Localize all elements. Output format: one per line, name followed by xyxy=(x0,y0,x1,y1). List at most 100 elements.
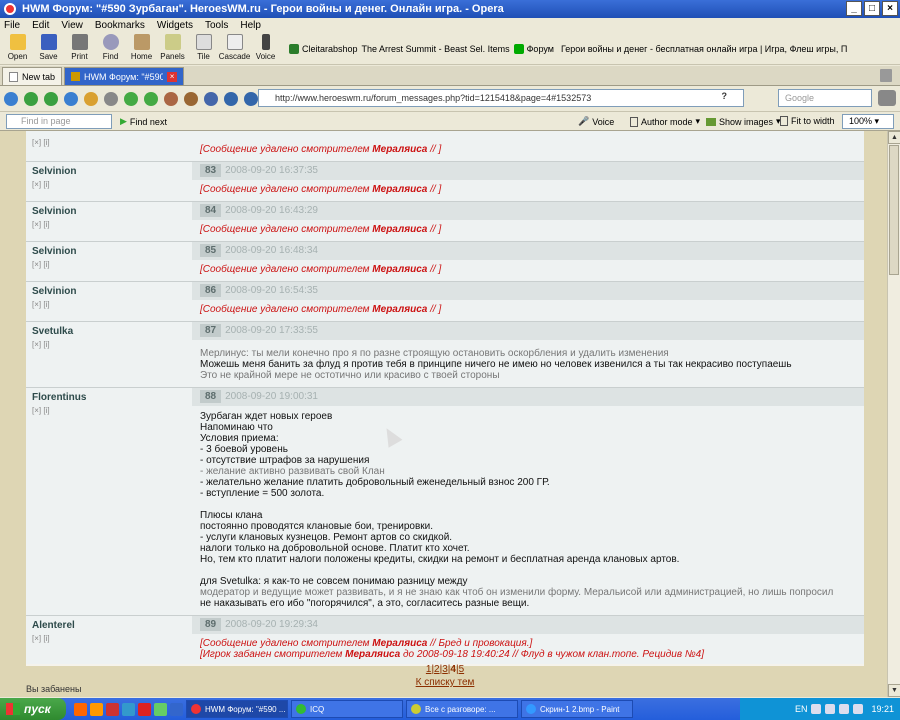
rewind-icon[interactable] xyxy=(4,92,18,106)
author-links[interactable]: [×] [i] xyxy=(32,340,186,349)
task-opera[interactable]: HWM Форум: "#590 ... xyxy=(186,700,288,718)
vertical-scrollbar[interactable]: ▲ ▼ xyxy=(887,131,900,697)
menu-widgets[interactable]: Widgets xyxy=(157,20,193,31)
hero-icon[interactable] xyxy=(144,92,158,106)
author-name[interactable]: Florentinus xyxy=(32,392,186,403)
voice-button[interactable]: Voice xyxy=(250,32,281,61)
tray-lang[interactable]: EN xyxy=(795,704,808,714)
page-link-1[interactable]: 1 xyxy=(426,664,432,675)
bookmark-1[interactable]: Cleitarabshop xyxy=(289,44,358,54)
maximize-button[interactable]: □ xyxy=(864,1,880,16)
author-mode-button[interactable]: Author mode ▾ xyxy=(630,116,700,127)
search-input[interactable]: Google xyxy=(778,89,872,107)
hero-icon[interactable] xyxy=(164,92,178,106)
fit-to-width-button[interactable]: Fit to width xyxy=(780,116,835,126)
page-link-3[interactable]: 3 xyxy=(442,664,448,675)
find-next-button[interactable]: ▶ Find next xyxy=(120,116,167,127)
post-number[interactable]: 88 xyxy=(200,390,222,403)
open-button[interactable]: Open xyxy=(2,32,33,61)
panels-icon xyxy=(164,34,181,50)
scroll-up-icon[interactable]: ▲ xyxy=(888,131,900,144)
author-name[interactable]: Svetulka xyxy=(32,326,186,337)
post-number[interactable]: 86 xyxy=(200,284,222,297)
menu-help[interactable]: Help xyxy=(240,20,261,31)
post-number[interactable]: 85 xyxy=(200,244,222,257)
find-button[interactable]: Find xyxy=(95,32,126,61)
author-name[interactable]: Selvinion xyxy=(32,286,186,297)
save-button[interactable]: Save xyxy=(33,32,64,61)
panels-button[interactable]: Panels xyxy=(157,32,188,61)
show-images-button[interactable]: Show images ▾ xyxy=(706,116,781,127)
pen-icon[interactable] xyxy=(104,92,118,106)
post-number[interactable]: 84 xyxy=(200,204,222,217)
tile-button[interactable]: Tile xyxy=(188,32,219,61)
fast-forward-icon[interactable] xyxy=(64,92,78,106)
icq-tray-icon[interactable] xyxy=(853,704,864,714)
author-links[interactable]: [×] [i] xyxy=(32,220,186,229)
task-paint[interactable]: Скрин-1 2.bmp - Paint xyxy=(521,700,633,718)
forward-icon[interactable] xyxy=(44,92,58,106)
minimize-button[interactable]: _ xyxy=(846,1,862,16)
url-field[interactable]: http://www.heroeswm.ru/forum_messages.ph… xyxy=(258,89,744,107)
volume-icon[interactable] xyxy=(825,704,836,714)
author-links[interactable]: [×] [i] xyxy=(32,138,186,147)
menu-bookmarks[interactable]: Bookmarks xyxy=(95,20,145,31)
trash-icon[interactable] xyxy=(880,69,892,82)
media-icon[interactable] xyxy=(106,702,119,716)
back-icon[interactable] xyxy=(24,92,38,106)
author-links[interactable]: [×] [i] xyxy=(32,260,186,269)
voice-toggle[interactable]: 🎤 Voice xyxy=(578,116,614,127)
menu-tools[interactable]: Tools xyxy=(205,20,228,31)
reload-icon[interactable] xyxy=(84,92,98,106)
app-icon[interactable] xyxy=(154,702,167,716)
tab-forum[interactable]: HWM Форум: "#590 Зур...× xyxy=(64,67,185,85)
globe-icon[interactable] xyxy=(224,92,238,106)
help-icon[interactable]: ? xyxy=(722,91,728,101)
scroll-thumb[interactable] xyxy=(889,145,899,275)
antivirus-icon[interactable] xyxy=(839,704,850,714)
zoom-select[interactable]: 100% ▾ xyxy=(842,114,894,129)
author-links[interactable]: [×] [i] xyxy=(32,634,186,643)
close-button[interactable]: × xyxy=(882,1,898,16)
globe-icon[interactable] xyxy=(244,92,258,106)
ie-icon[interactable] xyxy=(74,702,87,716)
menu-file[interactable]: File xyxy=(4,20,20,31)
start-button[interactable]: пуск xyxy=(0,698,66,720)
author-links[interactable]: [×] [i] xyxy=(32,406,186,415)
tab-close-icon[interactable]: × xyxy=(167,71,178,82)
task-chat[interactable]: Все с разговоре: ... xyxy=(406,700,518,718)
page-link-5[interactable]: 5 xyxy=(459,664,465,675)
post-number[interactable]: 87 xyxy=(200,324,222,337)
bookmark-2[interactable]: The Arrest Summit - Beast Sel. Items xyxy=(362,44,510,54)
find-input[interactable]: Find in page xyxy=(6,114,112,129)
author-links[interactable]: [×] [i] xyxy=(32,300,186,309)
author-name[interactable]: Selvinion xyxy=(32,206,186,217)
print-button[interactable]: Print xyxy=(64,32,95,61)
opera-icon[interactable] xyxy=(138,702,151,716)
tab-new[interactable]: New tab xyxy=(2,67,63,85)
binoculars-icon[interactable] xyxy=(878,90,896,106)
menu-edit[interactable]: Edit xyxy=(32,20,49,31)
author-name[interactable]: Selvinion xyxy=(32,246,186,257)
home-button[interactable]: Home xyxy=(126,32,157,61)
menu-view[interactable]: View xyxy=(61,20,83,31)
desktop-icon[interactable] xyxy=(122,702,135,716)
mail-icon[interactable] xyxy=(90,702,103,716)
arrow-icon[interactable] xyxy=(204,92,218,106)
post-number[interactable]: 83 xyxy=(200,164,222,177)
author-name[interactable]: Alenterel xyxy=(32,620,186,631)
app-icon[interactable] xyxy=(170,702,183,716)
scroll-down-icon[interactable]: ▼ xyxy=(888,684,900,697)
page-link-2[interactable]: 2 xyxy=(434,664,440,675)
task-icq[interactable]: ICQ xyxy=(291,700,403,718)
bookmark-4[interactable]: Герои войны и денег - бесплатная онлайн … xyxy=(558,44,848,54)
cascade-button[interactable]: Cascade xyxy=(219,32,250,61)
author-name[interactable]: Selvinion xyxy=(32,166,186,177)
author-links[interactable]: [×] [i] xyxy=(32,180,186,189)
bookmark-3[interactable]: Форум xyxy=(513,44,554,54)
hero-icon[interactable] xyxy=(124,92,138,106)
back-to-topics-link[interactable]: К списку тем xyxy=(26,677,864,688)
post-number[interactable]: 89 xyxy=(200,618,222,631)
network-icon[interactable] xyxy=(811,704,822,714)
map-icon[interactable] xyxy=(184,92,198,106)
